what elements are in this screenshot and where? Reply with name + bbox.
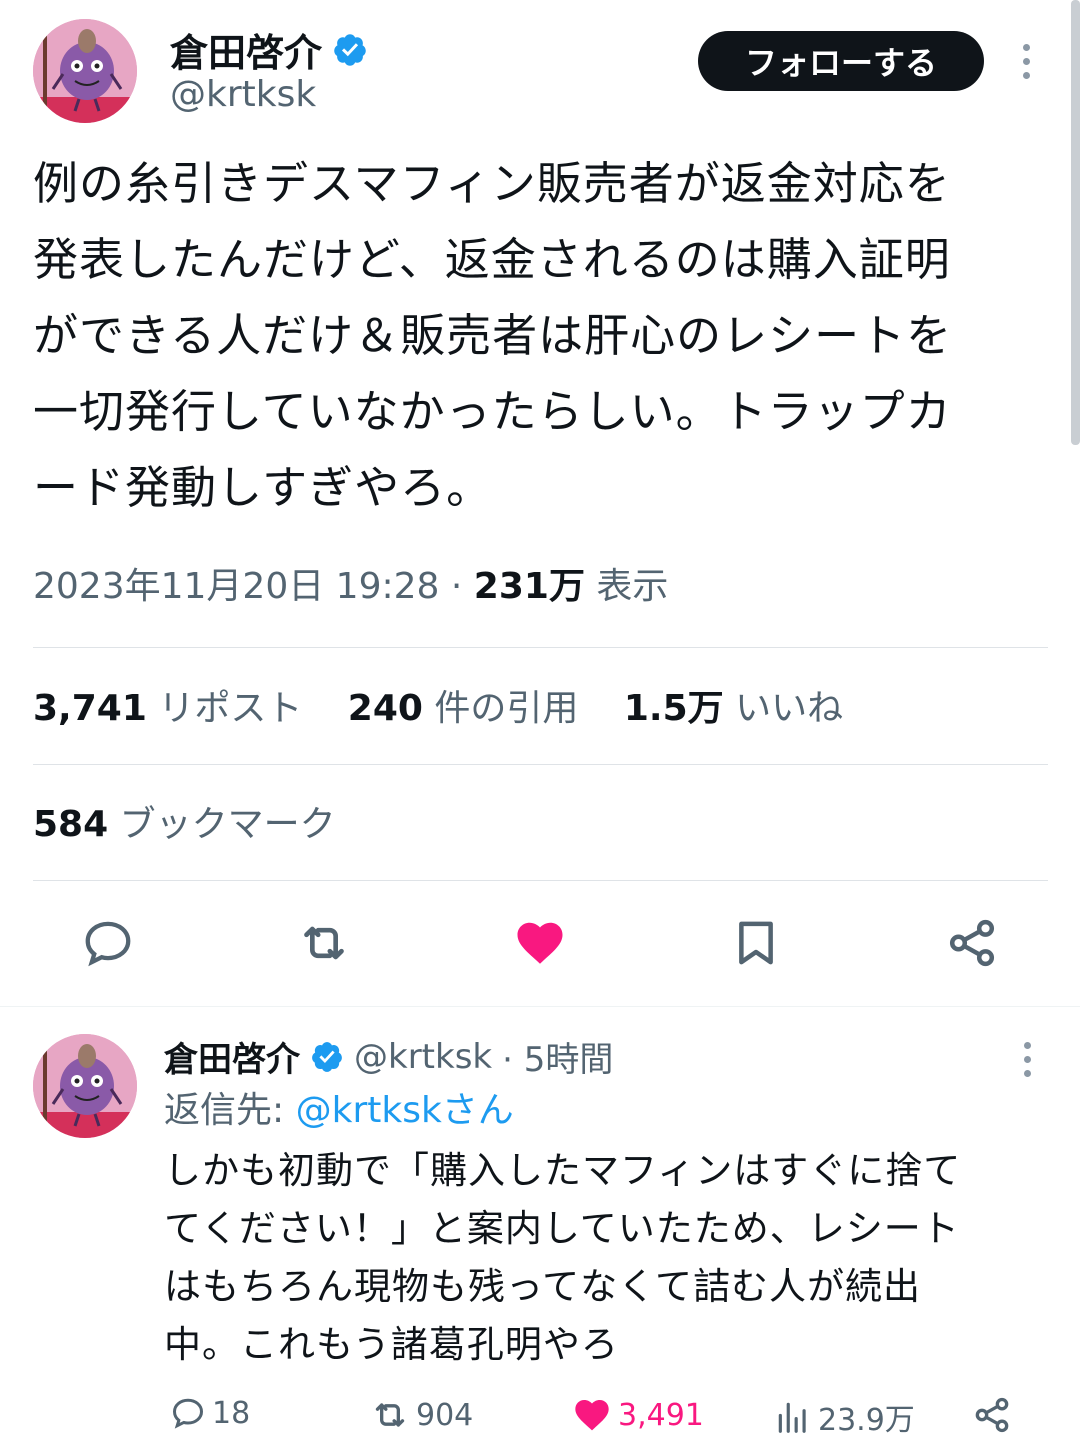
follow-button[interactable]: フォローする — [698, 31, 984, 91]
bookmarks-label: ブックマーク — [119, 804, 336, 845]
views-count: 231万 — [473, 566, 585, 607]
reply-views-count: 23.9万 — [818, 1403, 915, 1438]
divider — [33, 647, 1048, 648]
reply-to: 返信先: @krtkskさん — [164, 1088, 514, 1134]
reply-author-avatar[interactable] — [33, 1034, 137, 1138]
reply-to-prefix: 返信先: — [164, 1090, 285, 1131]
like-icon — [575, 1400, 609, 1431]
views-icon — [778, 1402, 806, 1433]
views-label: 表示 — [596, 566, 669, 607]
tweet-timestamp[interactable]: 2023年11月20日 19:28 — [33, 566, 439, 607]
reply-like-action[interactable]: 3,491 — [572, 1395, 704, 1435]
bookmarks-stat[interactable]: 584 ブックマーク — [33, 800, 336, 850]
divider — [33, 880, 1048, 881]
share-icon — [975, 1397, 1009, 1433]
share-icon[interactable] — [944, 915, 1000, 971]
author-name-row: 倉田啓介 — [170, 22, 368, 77]
reply-author-handle[interactable]: @krtksk — [354, 1037, 492, 1077]
section-separator — [0, 1006, 1080, 1007]
repost-icon — [375, 1403, 405, 1427]
reply-text: しかも初動で「購入したマフィンはすぐに捨て てください！」と案内していたため、レ… — [164, 1149, 962, 1366]
reply-views-action[interactable]: 23.9万 — [774, 1395, 915, 1439]
reposts-label: リポスト — [158, 688, 303, 729]
verified-badge-icon — [334, 33, 366, 66]
reply-reply-action[interactable]: 18 — [170, 1395, 250, 1431]
reposts-stat[interactable]: 3,741 リポスト — [33, 688, 314, 729]
bookmark-icon[interactable] — [728, 915, 784, 971]
scrollbar[interactable] — [1071, 0, 1080, 445]
verified-badge-icon — [312, 1041, 342, 1072]
reposts-count: 3,741 — [33, 688, 147, 729]
tweet-text: 例の糸引きデスマフィン販売者が返金対応を 発表したんだけど、返金されるのは購入証… — [33, 157, 953, 514]
reply-reposts-count: 904 — [416, 1397, 474, 1433]
likes-stat[interactable]: 1.5万 いいね — [624, 688, 843, 729]
author-handle[interactable]: @krtksk — [170, 74, 316, 115]
reply-more-options-icon[interactable] — [1016, 1042, 1038, 1077]
quotes-stat[interactable]: 240 件の引用 — [348, 688, 590, 729]
reply-replies-count: 18 — [212, 1395, 251, 1431]
reply-header: 倉田啓介 @krtksk · 5時間 — [164, 1032, 613, 1081]
author-avatar[interactable] — [33, 19, 137, 123]
repost-icon[interactable] — [296, 915, 352, 971]
quotes-count: 240 — [347, 688, 423, 729]
reply-icon — [172, 1398, 204, 1429]
divider — [33, 764, 1048, 765]
reply-share-action[interactable] — [972, 1395, 1012, 1435]
reply-icon[interactable] — [80, 915, 136, 971]
author-name[interactable]: 倉田啓介 — [170, 22, 322, 77]
reply-author-name[interactable]: 倉田啓介 — [164, 1032, 300, 1081]
reply-repost-action[interactable]: 904 — [370, 1395, 473, 1435]
likes-count: 1.5万 — [623, 688, 724, 729]
like-icon[interactable] — [512, 915, 568, 971]
likes-label: いいね — [735, 688, 844, 729]
reply-likes-count: 3,491 — [618, 1397, 704, 1433]
bookmarks-count: 584 — [33, 804, 109, 845]
more-options-icon[interactable] — [1014, 44, 1038, 79]
quotes-label: 件の引用 — [434, 688, 579, 729]
reply-time[interactable]: · 5時間 — [502, 1032, 613, 1081]
meta-separator: · — [450, 566, 463, 607]
tweet-meta: 2023年11月20日 19:28 · 231万 表示 — [33, 562, 668, 612]
reply-to-handle-link[interactable]: @krtkskさん — [296, 1090, 514, 1131]
engagement-stats: 3,741 リポスト 240 件の引用 1.5万 いいね — [33, 684, 877, 734]
